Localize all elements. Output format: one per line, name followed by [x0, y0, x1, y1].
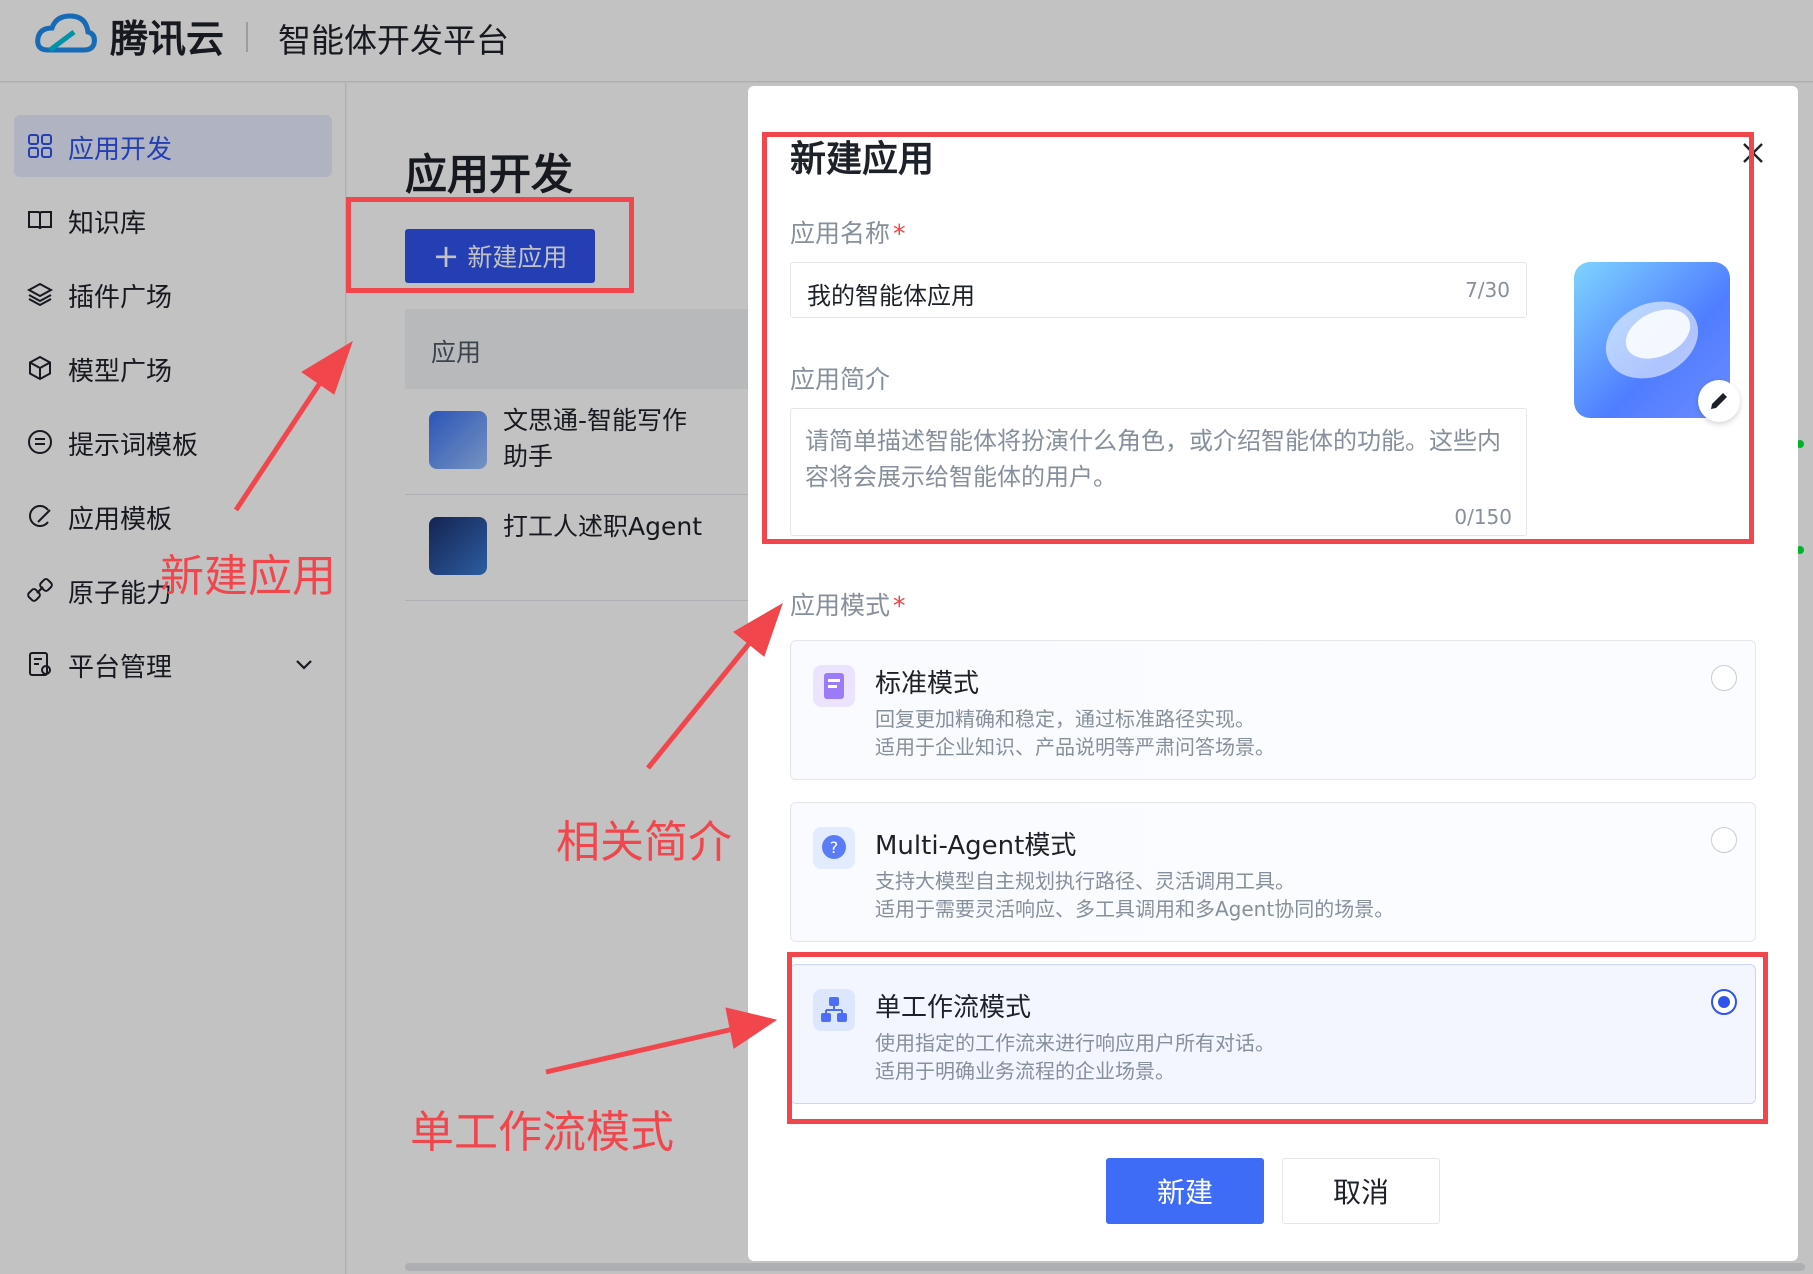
annotation-intro: 相关简介	[556, 817, 732, 868]
annotation-new-app: 新建应用	[160, 551, 336, 602]
annotation-workflow-mode: 单工作流模式	[410, 1107, 674, 1158]
annotation-arrows	[233, 340, 783, 1075]
